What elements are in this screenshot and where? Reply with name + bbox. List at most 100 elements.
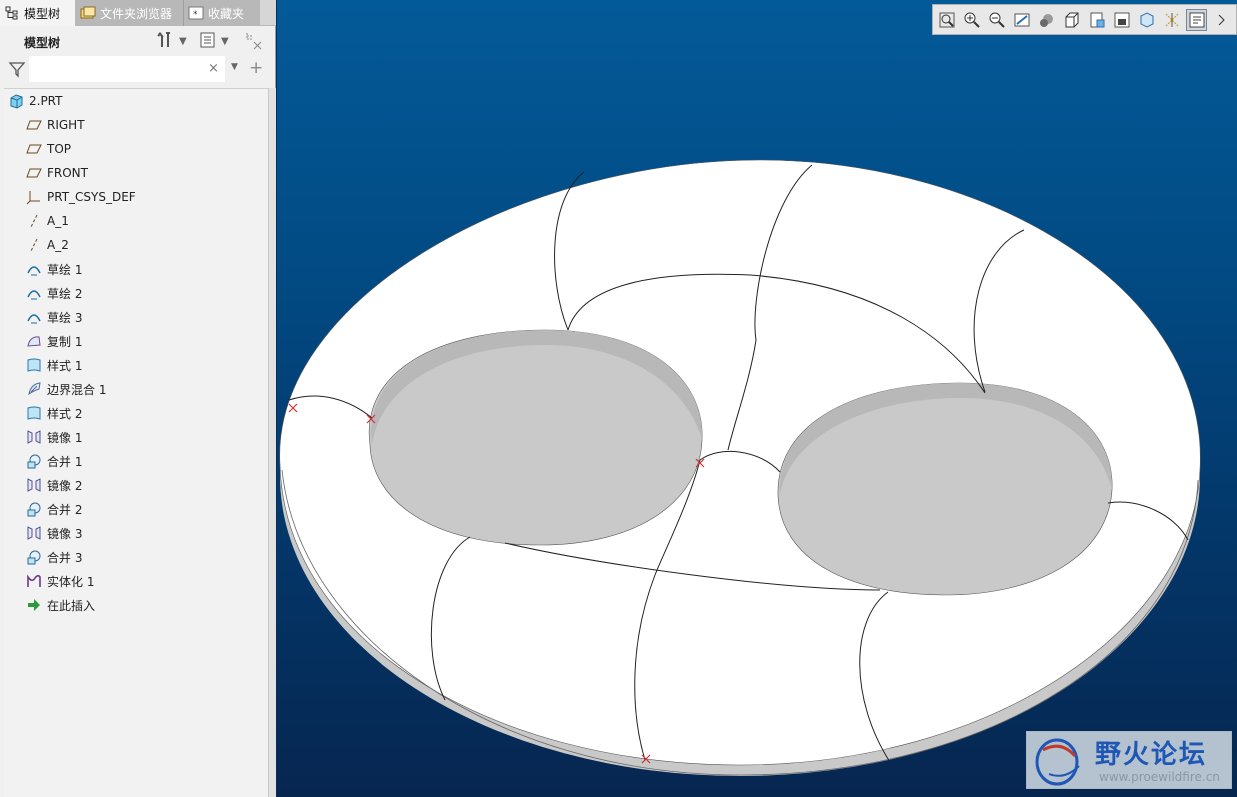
tree-item-label: A_1: [47, 214, 69, 228]
tree-item-label: 2.PRT: [29, 94, 63, 108]
view-toolbar: [932, 4, 1237, 35]
list-icon: [199, 31, 217, 52]
tree-item-label: PRT_CSYS_DEF: [47, 190, 136, 204]
close-icon[interactable]: ×: [208, 61, 219, 76]
annotation-display-icon[interactable]: [1186, 8, 1208, 31]
tree-item-csys[interactable]: PRT_CSYS_DEF: [26, 186, 136, 208]
tree-item-mirror-1[interactable]: 镜像 1: [26, 426, 82, 448]
datum-axis-icon: [26, 213, 42, 229]
sketch-icon: [26, 309, 42, 325]
tree-item-label: 镜像 1: [47, 430, 83, 445]
tree-item-a2[interactable]: A_2: [26, 234, 69, 256]
chevron-down-icon[interactable]: ▼: [231, 62, 238, 72]
tab-label: 模型树: [24, 6, 61, 21]
tree-item-style-1[interactable]: 样式 1: [26, 354, 82, 376]
copy-icon: [26, 333, 42, 349]
mirror-icon: [26, 525, 42, 541]
tree-item-label: 草绘 3: [47, 310, 83, 325]
tab-folder-browser[interactable]: 文件夹浏览器: [76, 0, 184, 26]
tree-header-title: 模型树: [24, 36, 61, 50]
refit-icon[interactable]: [937, 9, 958, 31]
datum-axis-icon: [26, 237, 42, 253]
display-style-icon[interactable]: [1037, 9, 1058, 31]
tree-item-sketch-1[interactable]: 草绘 1: [26, 258, 82, 280]
search-input[interactable]: [29, 56, 225, 82]
tools-icon: [155, 30, 175, 53]
navigator-tabs: 模型树 文件夹浏览器 * 收藏夹: [0, 0, 276, 26]
model-tree-panel: 模型树 文件夹浏览器 * 收藏夹 模型树 ▼ ▼ × ▼ + 2.PRT RIG…: [0, 0, 276, 797]
datum-plane-icon: [26, 165, 42, 181]
datum-display-icon[interactable]: [1161, 9, 1182, 31]
part-model-view: [279, 159, 1201, 776]
more-icon[interactable]: [1211, 9, 1232, 31]
watermark-url: www.proewildfire.cn: [1099, 770, 1220, 784]
tree-item-label: 镜像 3: [47, 526, 83, 541]
show-dropdown-button[interactable]: ▼: [199, 31, 229, 51]
merge-icon: [26, 453, 42, 469]
part-icon: [8, 93, 24, 109]
watermark: 野火论坛 www.proewildfire.cn: [1026, 731, 1232, 789]
settings-dropdown-button[interactable]: ▼: [155, 31, 187, 51]
graphics-viewport[interactable]: [277, 0, 1237, 797]
mirror-icon: [26, 429, 42, 445]
tree-item-merge-1[interactable]: 合并 1: [26, 450, 82, 472]
tree-item-sketch-2[interactable]: 草绘 2: [26, 282, 82, 304]
tree-item-right[interactable]: RIGHT: [26, 114, 85, 136]
tab-label: 收藏夹: [208, 6, 245, 21]
solidify-icon: [26, 573, 42, 589]
tree-item-label: RIGHT: [47, 118, 85, 132]
sketch-icon: [26, 261, 42, 277]
tree-item-merge-3[interactable]: 合并 3: [26, 546, 82, 568]
csys-icon: [26, 189, 42, 205]
tree-item-boundary-blend-1[interactable]: 边界混合 1: [26, 378, 106, 400]
tree-item-style-2[interactable]: 样式 2: [26, 402, 82, 424]
favorites-icon: *: [188, 5, 204, 21]
tree-item-mirror-2[interactable]: 镜像 2: [26, 474, 82, 496]
tree-item-label: 草绘 1: [47, 262, 83, 277]
tree-item-solidify-1[interactable]: 实体化 1: [26, 570, 94, 592]
svg-text:*: *: [193, 10, 198, 20]
mirror-icon: [26, 477, 42, 493]
sketch-icon: [26, 285, 42, 301]
tree-item-copy-1[interactable]: 复制 1: [26, 330, 82, 352]
tree-item-label: 在此插入: [47, 598, 96, 613]
chevron-down-icon: ▼: [221, 35, 229, 47]
tree-item-merge-2[interactable]: 合并 2: [26, 498, 82, 520]
tree-item-a1[interactable]: A_1: [26, 210, 69, 232]
proewildfire-logo: [1035, 738, 1080, 786]
tree-item-insert-here[interactable]: 在此插入: [26, 594, 95, 616]
tree-item-mirror-3[interactable]: 镜像 3: [26, 522, 82, 544]
tree-filter-icon: [244, 30, 264, 53]
tab-favorites[interactable]: * 收藏夹: [184, 0, 260, 26]
tree-item-label: 合并 3: [47, 550, 83, 565]
view-manager-icon[interactable]: [1086, 9, 1107, 31]
saved-orientation-icon[interactable]: [1062, 9, 1083, 31]
tree-item-label: 草绘 2: [47, 286, 83, 301]
tree-icon: [4, 5, 20, 21]
tree-item-top[interactable]: TOP: [26, 138, 71, 160]
zoom-out-icon[interactable]: [987, 9, 1008, 31]
tree-item-sketch-3[interactable]: 草绘 3: [26, 306, 82, 328]
tree-item-label: 合并 1: [47, 454, 83, 469]
tree-scrollbar[interactable]: [268, 88, 276, 797]
tree-item-label: 样式 2: [47, 406, 83, 421]
datum-plane-icon: [26, 141, 42, 157]
tab-model-tree[interactable]: 模型树: [0, 0, 76, 26]
tree-item-front[interactable]: FRONT: [26, 162, 88, 184]
filter-icon[interactable]: [8, 60, 26, 78]
merge-icon: [26, 549, 42, 565]
plus-icon[interactable]: +: [249, 58, 263, 78]
boundary-blend-icon: [26, 381, 42, 397]
zoom-in-icon[interactable]: [962, 9, 983, 31]
tree-item-label: 实体化 1: [47, 574, 95, 589]
tree-item-label: 合并 2: [47, 502, 83, 517]
tree-item-label: 样式 1: [47, 358, 83, 373]
repaint-icon[interactable]: [1012, 9, 1033, 31]
tree-root[interactable]: 2.PRT: [8, 90, 62, 112]
folder-browser-icon: [80, 5, 96, 21]
model-tree: 2.PRT RIGHT TOP FRONT PRT_CSYS_DEF A_1 A…: [4, 88, 268, 797]
chevron-down-icon: ▼: [179, 35, 187, 47]
section-icon[interactable]: [1136, 9, 1157, 31]
tree-columns-button[interactable]: [244, 31, 264, 51]
perspective-icon[interactable]: [1111, 9, 1132, 31]
